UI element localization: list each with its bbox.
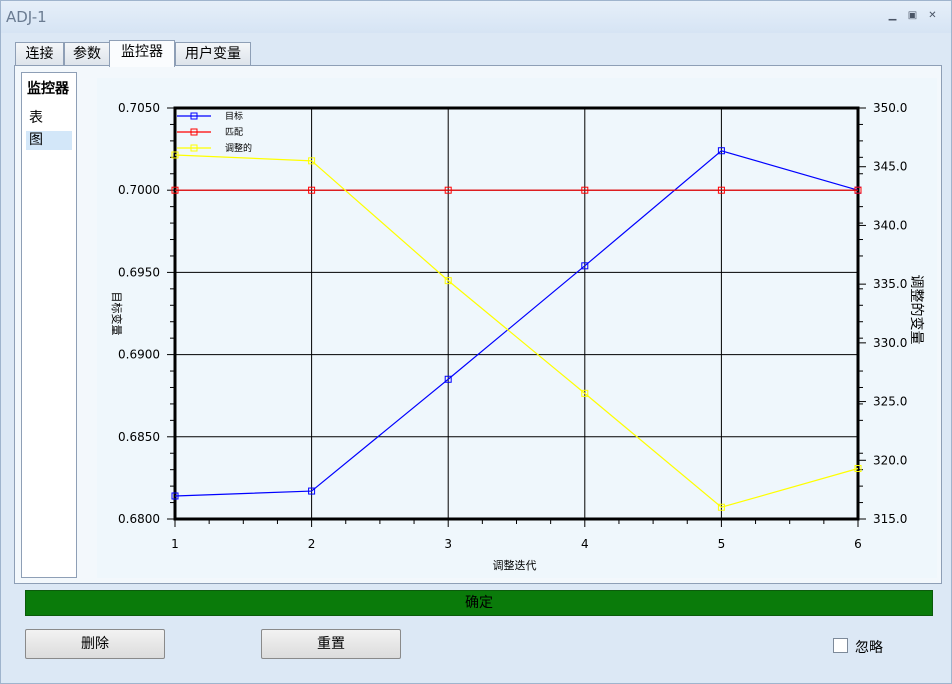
legend-label-2: 调整的	[225, 142, 252, 154]
tab-monitor[interactable]: 监控器	[109, 40, 175, 67]
title-bar[interactable]: ADJ-1 ▁ ▣ ✕	[1, 1, 951, 33]
y2-tick-label: 320.0	[873, 453, 907, 467]
status-bar: 确定	[25, 590, 933, 616]
tab-connect[interactable]: 连接	[15, 42, 64, 66]
window-title: ADJ-1	[6, 8, 47, 26]
legend-label-0: 目标	[225, 110, 243, 122]
sidebar-item-graph[interactable]: 图	[26, 131, 72, 150]
ignore-label: 忽略	[855, 640, 883, 656]
maximize-icon[interactable]: ▣	[906, 10, 919, 21]
line-chart: 1 2 3 4 5 6 0.6800 0.6850 0.6900 0.6950 0.7000 0.70…	[110, 101, 924, 572]
sidebar-title: 监控器	[27, 81, 69, 97]
y-tick-label: 0.7000	[118, 183, 160, 197]
y2-tick-label: 325.0	[873, 395, 907, 409]
y-tick-label: 0.6900	[118, 348, 160, 362]
x-axis-title: 调整迭代	[493, 558, 537, 572]
y-tick-label: 0.7050	[118, 101, 160, 115]
main-window: ADJ-1 ▁ ▣ ✕ 连接 参数 监控器 用户变量 监控器 表 图 12345…	[0, 0, 952, 684]
y2-tick-label: 335.0	[873, 277, 907, 291]
y-tick-label: 0.6850	[118, 430, 160, 444]
y2-tick-label: 345.0	[873, 160, 907, 174]
minimize-icon[interactable]: ▁	[886, 10, 899, 21]
y2-axis-title: 调整的变量	[908, 275, 924, 345]
y-axis-title: 目标变量	[110, 292, 124, 336]
delete-button[interactable]: 删除	[25, 629, 165, 659]
x-tick-label: 6	[854, 537, 862, 551]
y-tick-label: 0.6950	[118, 265, 160, 279]
x-tick-label: 5	[718, 537, 726, 551]
reset-button[interactable]: 重置	[261, 629, 401, 659]
sidebar-item-table[interactable]: 表	[26, 109, 72, 128]
x-tick-label: 2	[308, 537, 316, 551]
ignore-checkbox[interactable]	[833, 638, 848, 653]
y2-tick-label: 340.0	[873, 218, 907, 232]
tab-params[interactable]: 参数	[64, 42, 110, 66]
x-tick-label: 1	[171, 537, 179, 551]
monitor-panel: 监控器 表 图 1 2 3 4 5 6 0.6800 0.6850 0.6900 0.6950 0.…	[14, 65, 942, 584]
x-tick-label: 3	[444, 537, 452, 551]
y2-tick-label: 350.0	[873, 101, 907, 115]
tab-user-vars[interactable]: 用户变量	[175, 42, 251, 66]
plot-background	[175, 108, 858, 519]
chart-area: 1 2 3 4 5 6 0.6800 0.6850 0.6900 0.6950 0.7000 0.70…	[97, 78, 937, 578]
y2-tick-label: 330.0	[873, 336, 907, 350]
y-tick-label: 0.6800	[118, 512, 160, 526]
close-icon[interactable]: ✕	[926, 10, 939, 21]
legend-label-1: 匹配	[225, 127, 243, 138]
x-tick-label: 4	[581, 537, 589, 551]
monitor-sidebar: 监控器 表 图	[21, 72, 77, 578]
y2-tick-label: 315.0	[873, 512, 907, 526]
